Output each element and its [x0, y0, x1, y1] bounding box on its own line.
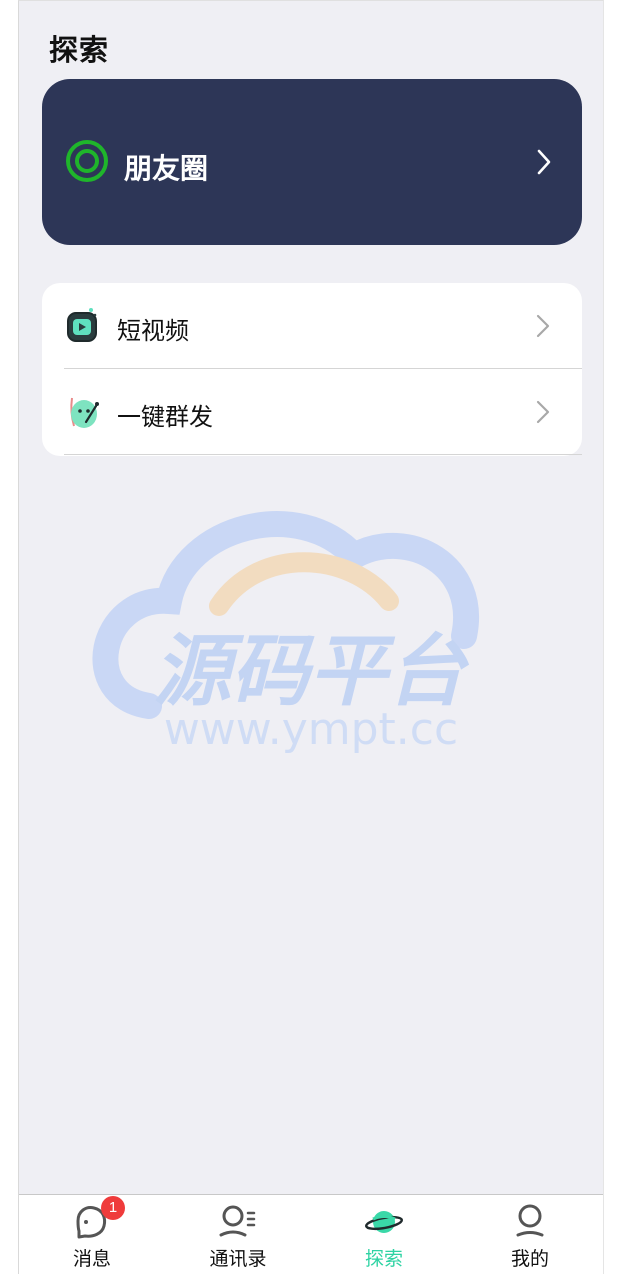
bottom-tab-bar: 1 消息 通讯录 探索 我的: [19, 1194, 603, 1276]
tab-label: 我的: [510, 1248, 549, 1270]
tab-explore[interactable]: 探索: [311, 1195, 457, 1276]
list-item-short-video[interactable]: 短视频: [42, 283, 582, 369]
divider: [64, 454, 582, 455]
tab-profile[interactable]: 我的: [457, 1195, 603, 1276]
moments-ring-icon: [66, 140, 108, 182]
explore-list: 短视频 一键群发: [42, 283, 582, 456]
tab-label: 探索: [364, 1248, 403, 1270]
tab-label: 通讯录: [209, 1248, 267, 1270]
list-item-label: 短视频: [117, 317, 189, 345]
moments-entry[interactable]: 朋友圈: [42, 79, 582, 245]
list-item-broadcast[interactable]: 一键群发: [42, 369, 582, 455]
moments-label: 朋友圈: [124, 152, 209, 185]
watermark-logo: 源码平台 www.ympt.cc: [92, 511, 479, 755]
broadcast-icon: [70, 397, 99, 428]
page-title: 探索: [49, 33, 110, 67]
chevron-right-icon: [537, 149, 551, 175]
watermark-title: 源码平台: [153, 627, 470, 717]
app-screen: 探索 朋友圈 短视频 一键群发 源码平台 www.ympt.cc 1 消息 通讯…: [18, 0, 604, 1276]
chevron-right-icon: [536, 314, 550, 338]
unread-badge: 1: [101, 1196, 125, 1220]
short-video-icon: [67, 308, 97, 342]
planet-icon: [365, 1211, 403, 1233]
chevron-right-icon: [536, 400, 550, 424]
tab-label: 消息: [72, 1248, 111, 1270]
contacts-icon: [219, 1205, 256, 1237]
tab-contacts[interactable]: 通讯录: [165, 1195, 311, 1276]
watermark-url: www.ympt.cc: [164, 704, 458, 755]
profile-icon: [516, 1204, 544, 1237]
list-item-label: 一键群发: [117, 403, 213, 431]
tab-messages[interactable]: 1 消息: [19, 1195, 165, 1276]
